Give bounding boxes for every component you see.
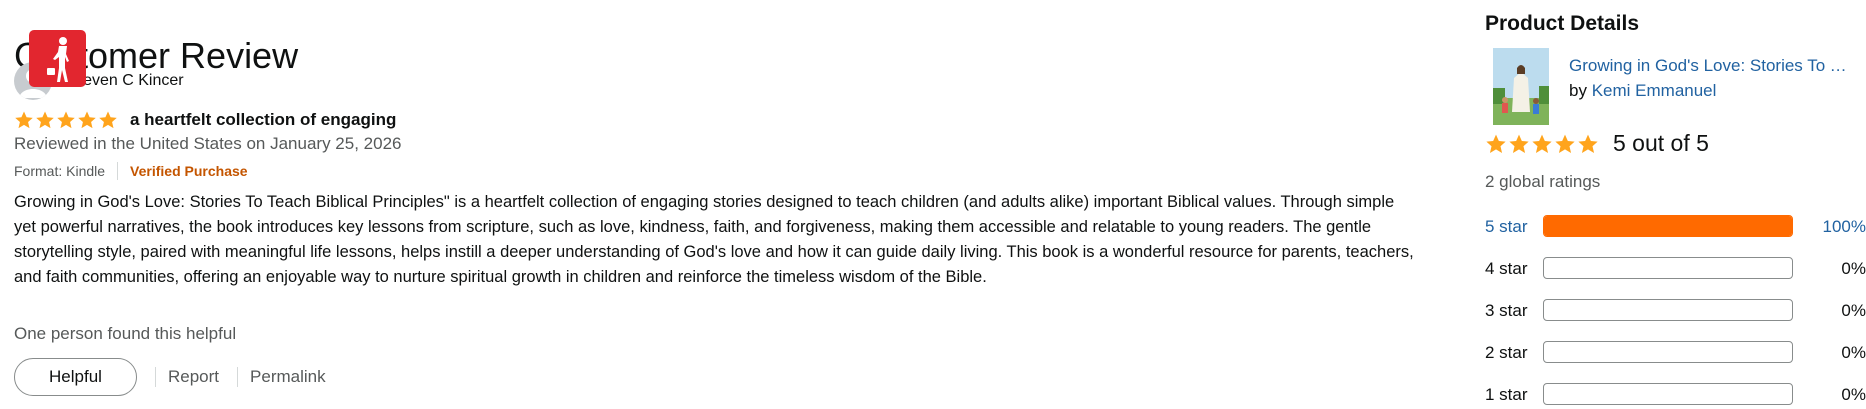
star-icon	[99, 111, 117, 129]
histogram-bar	[1543, 257, 1793, 279]
star-icon	[36, 111, 54, 129]
histogram-bar	[1543, 341, 1793, 363]
histogram-row-5-star[interactable]: 5 star 100%	[1485, 214, 1866, 240]
product-author-row: by Kemi Emmanuel	[1569, 81, 1716, 101]
book-cover-image[interactable]	[1493, 48, 1549, 125]
product-title-link[interactable]: Growing in God's Love: Stories To Teach …	[1569, 56, 1855, 76]
star-icon	[1486, 134, 1506, 153]
review-meta: Format: Kindle Verified Purchase	[14, 162, 248, 180]
star-icon	[1555, 134, 1575, 153]
review-rating-stars[interactable]	[14, 110, 118, 130]
global-ratings-count: 2 global ratings	[1485, 172, 1601, 191]
red-badge-icon[interactable]	[29, 30, 86, 87]
star-icon	[15, 111, 33, 129]
histogram-row-3-star: 3 star 0%	[1485, 298, 1866, 324]
report-link[interactable]: Report	[168, 367, 219, 387]
histogram-row-4-star: 4 star 0%	[1485, 256, 1866, 282]
average-rating-row: 5 out of 5	[1485, 130, 1709, 157]
divider	[117, 162, 119, 180]
histogram-label: 1 star	[1485, 385, 1528, 404]
histogram-row-1-star: 1 star 0%	[1485, 382, 1866, 408]
divider	[237, 367, 239, 387]
histogram-percent: 0%	[1841, 385, 1866, 404]
product-details-heading: Product Details	[1485, 12, 1640, 35]
histogram-fill	[1544, 216, 1792, 236]
review-title-row: a heartfelt collection of engaging	[14, 108, 396, 132]
star-icon	[1578, 134, 1598, 153]
helpful-count: One person found this helpful	[14, 324, 237, 343]
histogram-percent: 0%	[1841, 259, 1866, 278]
average-rating-stars[interactable]	[1485, 133, 1599, 155]
helpful-button[interactable]: Helpful	[14, 358, 137, 396]
histogram-bar	[1543, 299, 1793, 321]
histogram-bar[interactable]	[1543, 215, 1793, 237]
histogram-label: 3 star	[1485, 301, 1528, 320]
star-icon	[57, 111, 75, 129]
review-date: Reviewed in the United States on January…	[14, 134, 402, 153]
histogram-bar	[1543, 383, 1793, 405]
review-body: Growing in God's Love: Stories To Teach …	[14, 193, 1414, 286]
histogram-label: 4 star	[1485, 259, 1528, 278]
histogram-percent: 0%	[1841, 301, 1866, 320]
author-link[interactable]: Kemi Emmanuel	[1592, 81, 1717, 100]
histogram-label[interactable]: 5 star	[1485, 217, 1528, 237]
histogram-percent[interactable]: 100%	[1823, 217, 1866, 237]
star-icon	[1532, 134, 1552, 153]
review-title: a heartfelt collection of engaging	[130, 110, 397, 129]
star-icon	[78, 111, 96, 129]
review-actions: Helpful Report Permalink	[14, 357, 326, 397]
permalink-link[interactable]: Permalink	[250, 367, 326, 387]
verified-purchase-badge: Verified Purchase	[130, 163, 248, 179]
histogram-percent: 0%	[1841, 343, 1866, 362]
divider	[155, 367, 156, 387]
review-format: Format: Kindle	[14, 163, 106, 179]
histogram-label: 2 star	[1485, 343, 1528, 362]
histogram-row-2-star: 2 star 0%	[1485, 340, 1866, 366]
by-label: by	[1569, 81, 1587, 100]
average-rating-text: 5 out of 5	[1613, 130, 1709, 156]
star-icon	[1509, 134, 1529, 153]
